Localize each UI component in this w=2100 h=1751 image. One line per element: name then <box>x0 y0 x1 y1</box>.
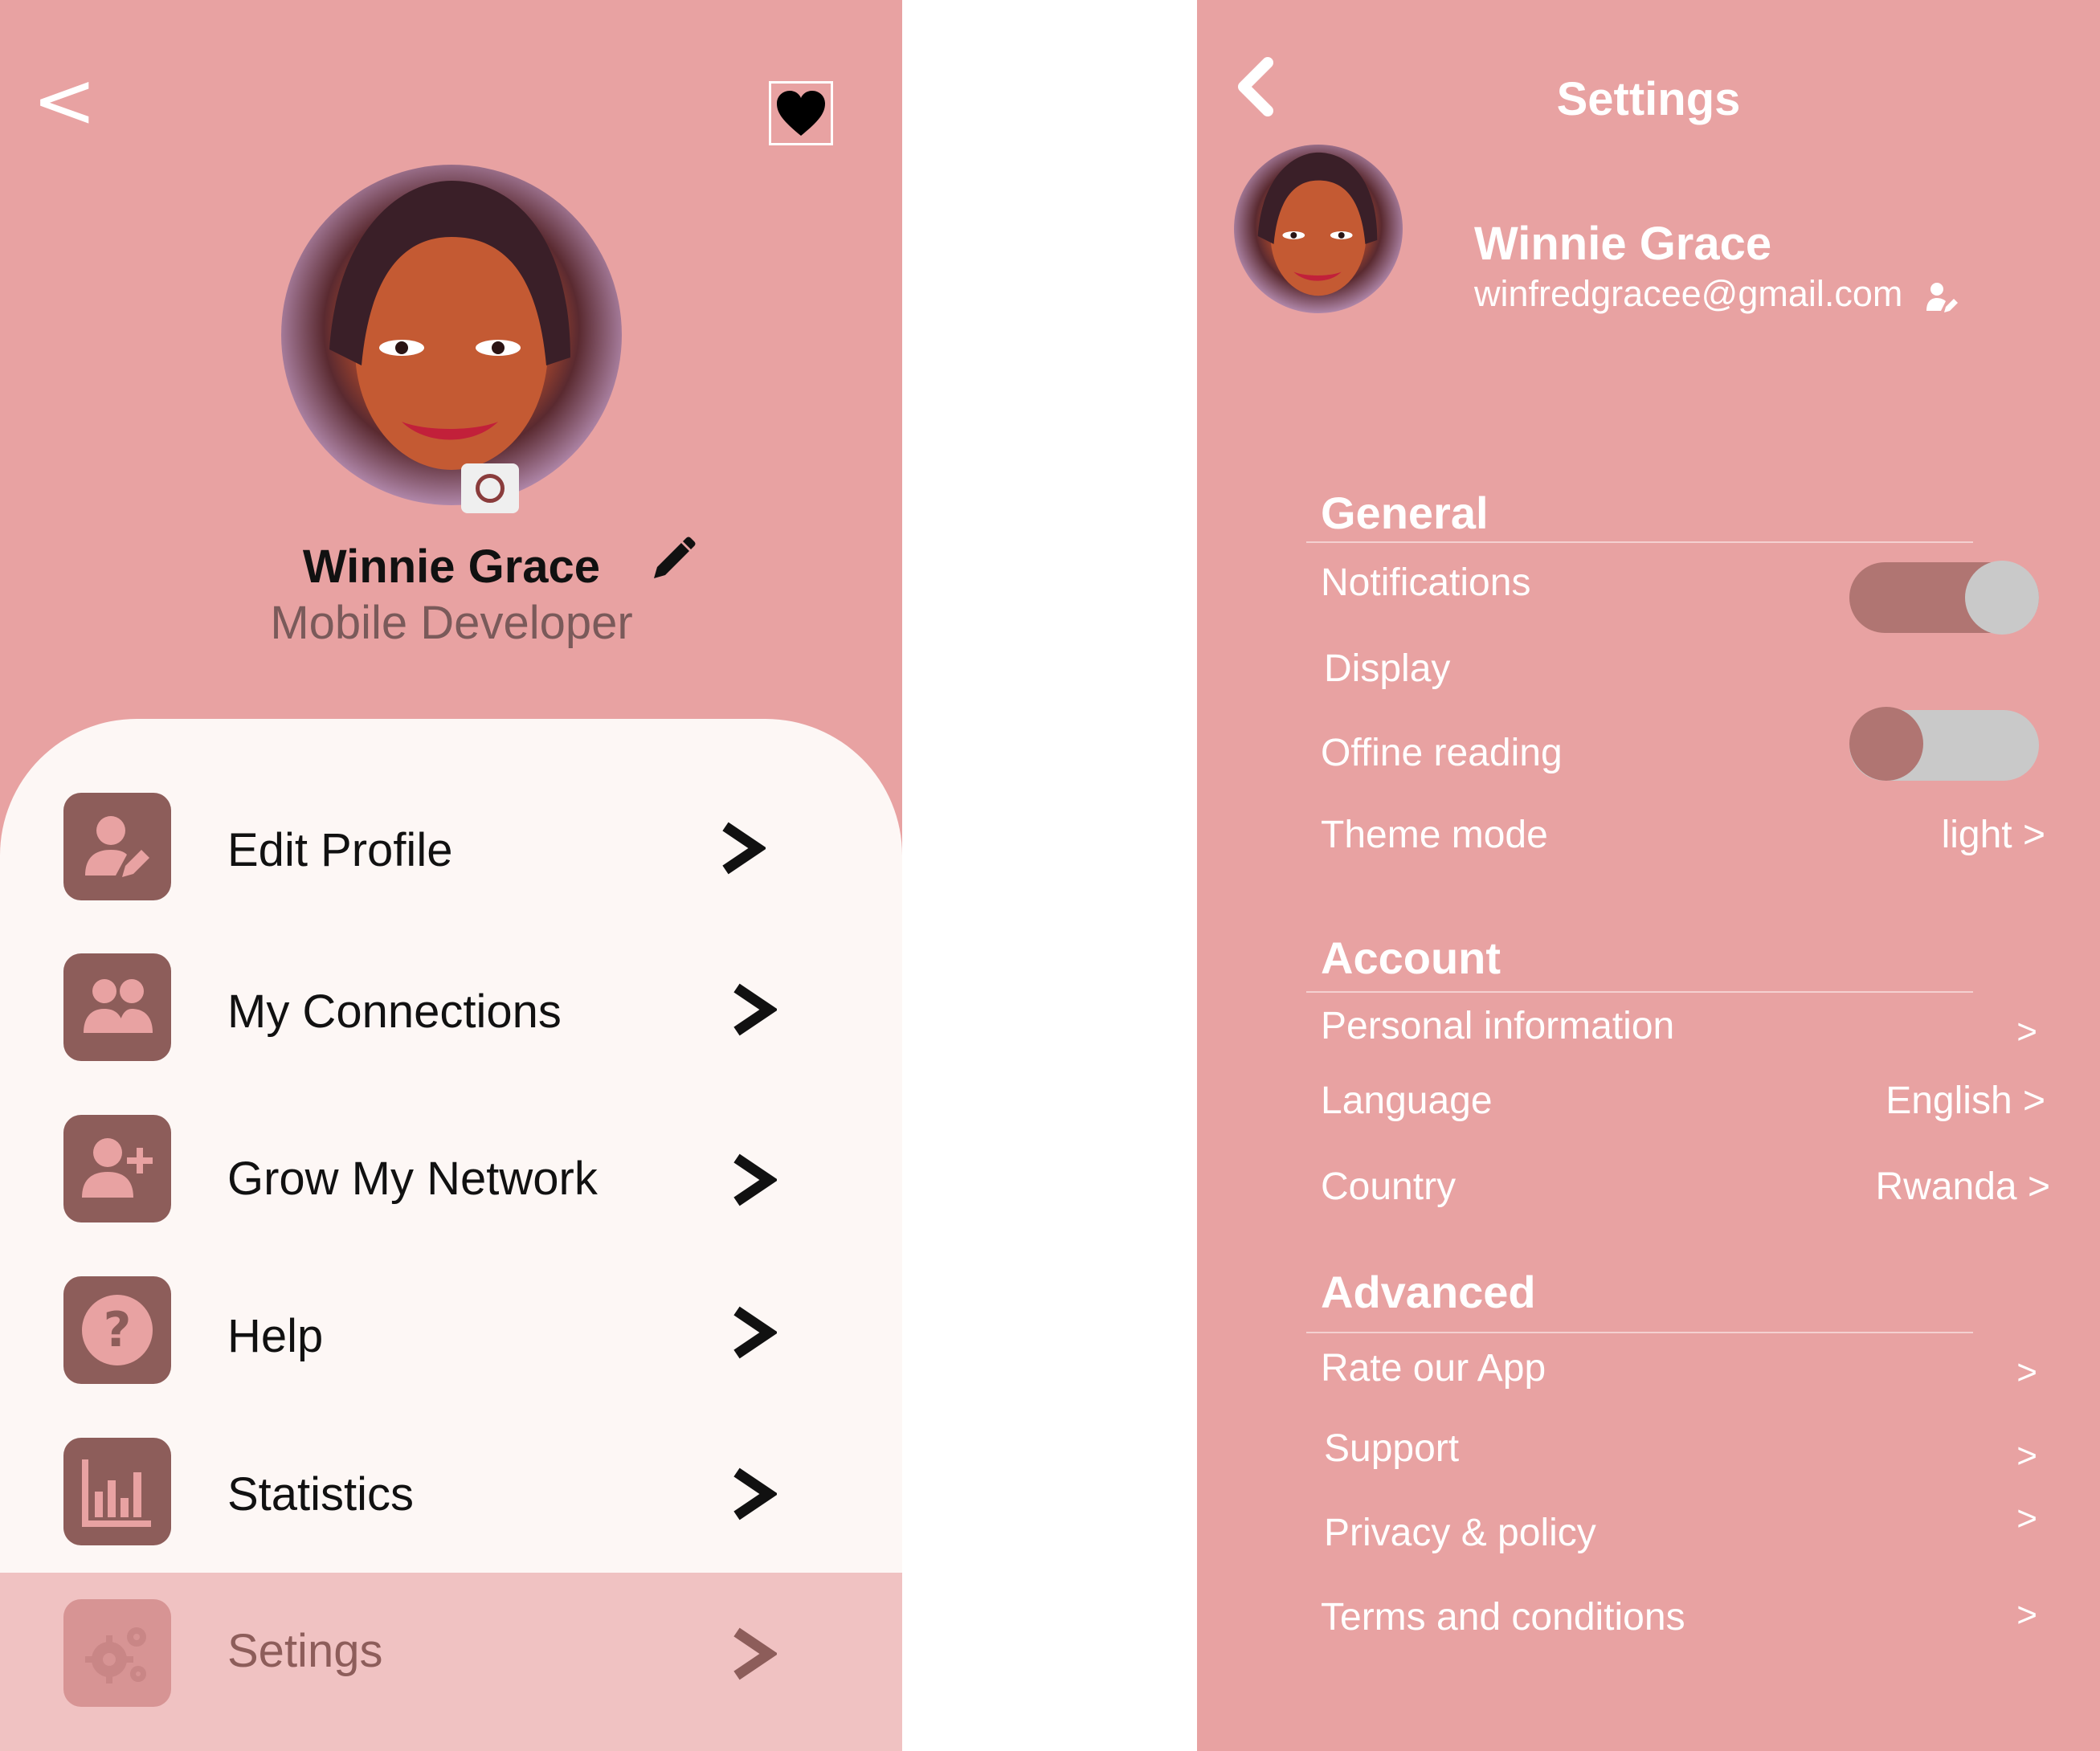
terms-arrow[interactable]: > <box>2016 1595 2037 1635</box>
privacy-policy-arrow[interactable]: > <box>2016 1499 2037 1539</box>
camera-icon <box>476 474 505 503</box>
menu-item-label: Setings <box>227 1625 383 1677</box>
section-title-account: Account <box>1321 933 1501 983</box>
menu-item-grow-my-network[interactable]: Grow My Network <box>0 1092 902 1252</box>
country-value[interactable]: Rwanda > <box>1876 1165 2050 1209</box>
svg-text:?: ? <box>104 1302 132 1358</box>
toggle-knob <box>1965 561 2039 635</box>
chevron-right-icon <box>733 1627 777 1680</box>
settings-screen: Settings Winnie Grace winfredgracee@gmai… <box>1197 0 2100 1751</box>
menu-item-label: My Connections <box>227 986 562 1038</box>
profile-avatar <box>281 165 622 505</box>
rate-app-label[interactable]: Rate our App <box>1321 1346 1546 1390</box>
change-photo-button[interactable] <box>461 463 519 513</box>
personal-information-arrow[interactable]: > <box>2016 1012 2037 1052</box>
user-plus-icon <box>63 1115 171 1222</box>
display-row[interactable]: Display <box>1324 647 1450 691</box>
personal-information-label[interactable]: Personal information <box>1321 1004 1674 1048</box>
menu-item-my-connections[interactable]: My Connections <box>0 930 902 1091</box>
toggle-knob <box>1849 707 1923 781</box>
menu-item-edit-profile[interactable]: Edit Profile <box>0 769 902 929</box>
country-label: Country <box>1321 1165 1457 1208</box>
support-label[interactable]: Support <box>1324 1427 1459 1471</box>
profile-role: Mobile Developer <box>270 597 633 649</box>
offline-reading-label: Offine reading <box>1321 732 1563 774</box>
chevron-right-icon <box>733 983 777 1036</box>
chevron-right-icon <box>733 1467 777 1520</box>
user-name: Winnie Grace <box>1474 218 1772 270</box>
user-edit-icon <box>63 793 171 900</box>
section-divider <box>1306 991 1973 993</box>
bar-chart-icon <box>63 1438 171 1545</box>
favorite-button[interactable] <box>769 81 833 145</box>
chevron-right-icon <box>733 1153 777 1206</box>
support-arrow[interactable]: > <box>2016 1436 2037 1476</box>
menu-item-help[interactable]: ? Help <box>0 1253 902 1414</box>
menu-item-settings[interactable]: Setings <box>0 1573 902 1751</box>
menu-item-label: Grow My Network <box>227 1153 598 1205</box>
user-edit-icon[interactable] <box>1925 280 1959 314</box>
rate-app-arrow[interactable]: > <box>2016 1353 2037 1393</box>
user-email: winfredgracee@gmail.com <box>1474 273 1903 314</box>
menu-item-statistics[interactable]: Statistics <box>0 1414 902 1575</box>
theme-mode-value[interactable]: light > <box>1942 813 2045 857</box>
menu-item-label: Help <box>227 1310 324 1362</box>
settings-avatar <box>1234 145 1403 313</box>
chevron-right-icon <box>722 822 766 875</box>
language-value[interactable]: English > <box>1886 1079 2045 1123</box>
menu-item-label: Edit Profile <box>227 824 453 876</box>
language-label: Language <box>1321 1080 1493 1122</box>
notifications-label: Notifications <box>1321 561 1531 604</box>
users-icon <box>63 953 171 1061</box>
offline-reading-toggle[interactable] <box>1849 707 2039 781</box>
terms-label[interactable]: Terms and conditions <box>1321 1595 1685 1639</box>
menu-item-label: Statistics <box>227 1468 415 1520</box>
section-title-general: General <box>1321 488 1489 538</box>
chevron-right-icon <box>733 1306 777 1359</box>
notifications-toggle[interactable] <box>1849 561 2039 635</box>
pencil-icon[interactable] <box>643 533 699 590</box>
gears-icon <box>63 1599 171 1707</box>
profile-name: Winnie Grace <box>302 541 601 593</box>
profile-screen: < Winnie Grace Mobile Developer Edit Pro… <box>0 0 902 1751</box>
page-title: Settings <box>1556 73 1741 125</box>
back-button[interactable]: < <box>32 62 96 139</box>
section-title-advanced: Advanced <box>1321 1267 1536 1317</box>
section-divider <box>1306 541 1973 543</box>
section-divider <box>1306 1332 1973 1333</box>
question-circle-icon: ? <box>63 1276 171 1384</box>
privacy-policy-label[interactable]: Privacy & policy <box>1324 1511 1596 1555</box>
heart-icon <box>777 91 825 136</box>
theme-mode-label: Theme mode <box>1321 814 1548 856</box>
